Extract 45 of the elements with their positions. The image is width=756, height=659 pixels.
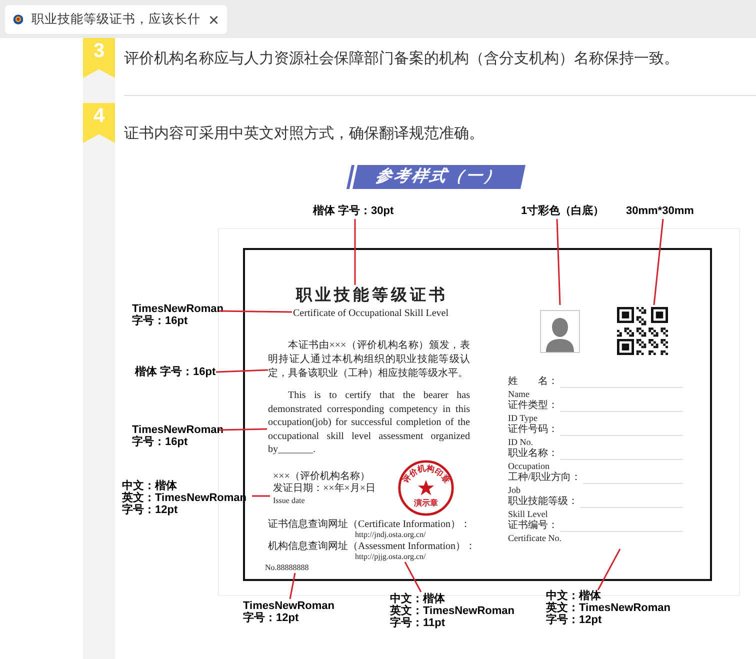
field-label-english: Occupation [508, 460, 550, 472]
issuer-text: 发证日期：××年×月×日 [273, 483, 376, 495]
field-label: 姓 名： [508, 376, 558, 388]
seal-text: 评价机构印章 [400, 464, 452, 485]
field-label: 工种/职业方向： [508, 472, 581, 484]
close-tab-button[interactable]: × [208, 10, 219, 28]
field-label-english: Certificate No. [508, 532, 562, 544]
annotation-label: TimesNewRoman 字号：12pt [243, 600, 334, 624]
section-banner: 参考样式（一） [352, 165, 526, 189]
seal-text: 演示章 [414, 498, 438, 508]
annotation-label: 中文：楷体 英文：TimesNewRoman 字号：12pt [546, 590, 670, 626]
certificate-subtitle: Certificate of Occupational Skill Level [293, 307, 448, 321]
query-url: http://jndj.osta.org.cn/ [355, 530, 426, 540]
field-label: 证书编号： [508, 520, 558, 532]
issuer-text: ×××（评价机构名称） [273, 471, 370, 482]
annotation-label: 1寸彩色（白底） [521, 205, 604, 217]
annotation-label: 楷体 字号：16pt [135, 366, 216, 378]
field-label: 职业技能等级： [508, 496, 578, 508]
annotation-label: 中文：楷体 英文：TimesNewRoman 字号：11pt [390, 593, 514, 629]
step-number-marker: 4 [83, 103, 115, 143]
annotation-label: 楷体 字号：30pt [313, 205, 394, 217]
field-label-english: Job [508, 484, 521, 496]
field-label-english: ID Type [508, 412, 538, 424]
field-label: 证件类型： [508, 400, 558, 412]
query-url: http://pjjg.osta.org.cn/ [355, 552, 426, 562]
annotation-label: TimesNewRoman 字号：16pt [132, 303, 224, 327]
issuer-text: Issue date [273, 495, 305, 507]
field-label-english: Skill Level [508, 508, 548, 520]
tab-title: 职业技能等级证书，应该长什 [31, 11, 200, 28]
annotation-label: TimesNewRoman 字号：16pt [132, 424, 224, 448]
step-number-marker: 3 [83, 38, 115, 78]
step-text: 评价机构名称应与人力资源社会保障部门备案的机构（含分支机构）名称保持一致。 [123, 49, 680, 69]
field-label-english: Name [508, 388, 530, 400]
certificate-text-chinese: 本证书由×××（评价机构名称）颁发，表明持证人通过本机构组织的职业技能等级认定，具备该职业（工种）相应技能等级水平。 [268, 339, 470, 381]
annotation-label: 30mm*30mm [626, 205, 694, 217]
field-label: 证件号码： [508, 424, 558, 436]
field-label: 职业名称： [508, 448, 558, 460]
certificate-text-english: This is to certify that the bearer has demonstrated corresponding competency in this occupation(job) for successful completion of the occupational skill level assessment organized by_______. [268, 389, 470, 456]
field-label-english: ID No. [508, 436, 533, 448]
step-text: 证书内容可采用中英文对照方式，确保翻译规范准确。 [123, 124, 485, 144]
browser-tab[interactable]: 职业技能等级证书，应该长什 × [5, 5, 227, 34]
query-label: 证书信息查询网址（Certificate Information）： [268, 519, 470, 530]
query-label: 机构信息查询网址（Assessment Information）： [268, 541, 476, 552]
certificate-number: No.88888888 [265, 563, 309, 573]
certificate-title: 职业技能等级证书 [296, 286, 448, 306]
